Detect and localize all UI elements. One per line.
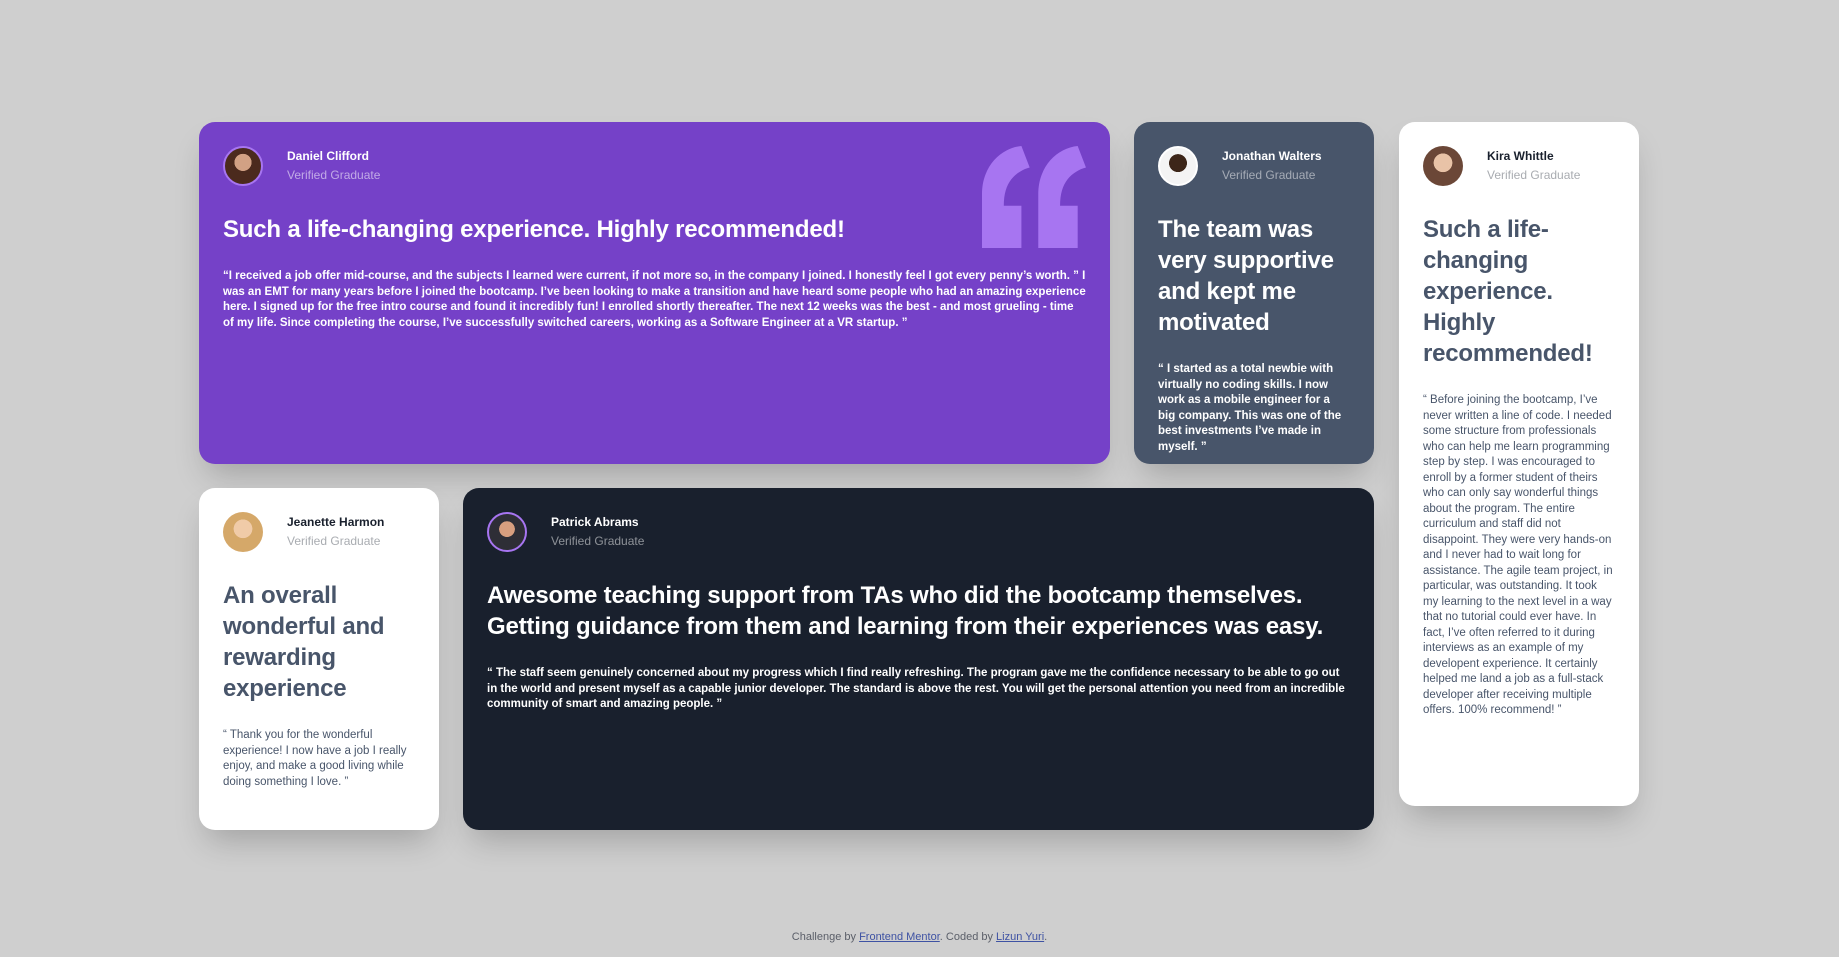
author-meta: Jeanette Harmon Verified Graduate	[287, 515, 384, 549]
testimonial-quote: “ Thank you for the wonderful experience…	[223, 729, 407, 788]
testimonial-quote: “ I started as a total newbie with virtu…	[1158, 363, 1342, 453]
author-name: Jeanette Harmon	[287, 515, 385, 529]
frontend-mentor-link[interactable]: Frontend Mentor	[859, 931, 940, 943]
avatar	[223, 512, 263, 552]
testimonial-quote: “ Before joining the bootcamp, I’ve neve…	[1423, 394, 1613, 716]
card-header: Daniel Clifford Verified Graduate	[223, 146, 1086, 186]
avatar	[1158, 146, 1198, 186]
author-name: Daniel Clifford	[287, 149, 370, 163]
testimonial-headline: Awesome teaching support from TAs who di…	[487, 582, 1324, 640]
avatar	[487, 512, 527, 552]
testimonial-headline: Such a life-changing experience. Highly …	[223, 216, 845, 243]
testimonial-headline: Such a life-changing experience. Highly …	[1423, 216, 1593, 367]
author-role: Verified Graduate	[1487, 168, 1581, 182]
testimonial-card-jonathan: Jonathan Walters Verified Graduate The t…	[1134, 122, 1374, 464]
testimonial-quote: “ The staff seem genuinely concerned abo…	[487, 667, 1345, 710]
testimonial-quote: “I received a job offer mid-course, and …	[223, 270, 1086, 329]
attribution-suffix: .	[1044, 931, 1048, 943]
attribution: Challenge by Frontend Mentor. Coded by L…	[0, 931, 1839, 943]
author-name: Patrick Abrams	[551, 515, 639, 529]
testimonial-card-jeanette: Jeanette Harmon Verified Graduate An ove…	[199, 488, 439, 830]
author-name: Kira Whittle	[1487, 149, 1554, 163]
card-header: Kira Whittle Verified Graduate	[1423, 146, 1615, 186]
author-role: Verified Graduate	[287, 168, 381, 182]
author-meta: Jonathan Walters Verified Graduate	[1222, 149, 1322, 183]
attribution-separator: . Coded by	[939, 931, 993, 943]
attribution-prefix: Challenge by	[791, 931, 856, 943]
author-link[interactable]: Lizun Yuri	[996, 931, 1044, 943]
testimonial-headline: The team was very supportive and kept me…	[1158, 216, 1334, 336]
author-meta: Patrick Abrams Verified Graduate	[551, 515, 644, 549]
card-header: Jonathan Walters Verified Graduate	[1158, 146, 1350, 186]
testimonial-card-daniel: Daniel Clifford Verified Graduate Such a…	[199, 122, 1110, 464]
author-role: Verified Graduate	[287, 534, 381, 548]
testimonials-grid: Daniel Clifford Verified Graduate Such a…	[199, 122, 1639, 830]
author-meta: Kira Whittle Verified Graduate	[1487, 149, 1580, 183]
author-role: Verified Graduate	[551, 534, 645, 548]
testimonial-headline: An overall wonderful and rewarding exper…	[223, 582, 385, 702]
author-role: Verified Graduate	[1222, 168, 1316, 182]
avatar	[223, 146, 263, 186]
card-header: Patrick Abrams Verified Graduate	[487, 512, 1350, 552]
testimonial-card-kira: Kira Whittle Verified Graduate Such a li…	[1399, 122, 1639, 806]
card-header: Jeanette Harmon Verified Graduate	[223, 512, 415, 552]
author-name: Jonathan Walters	[1222, 149, 1322, 163]
avatar	[1423, 146, 1463, 186]
author-meta: Daniel Clifford Verified Graduate	[287, 149, 380, 183]
testimonial-card-patrick: Patrick Abrams Verified Graduate Awesome…	[463, 488, 1374, 830]
